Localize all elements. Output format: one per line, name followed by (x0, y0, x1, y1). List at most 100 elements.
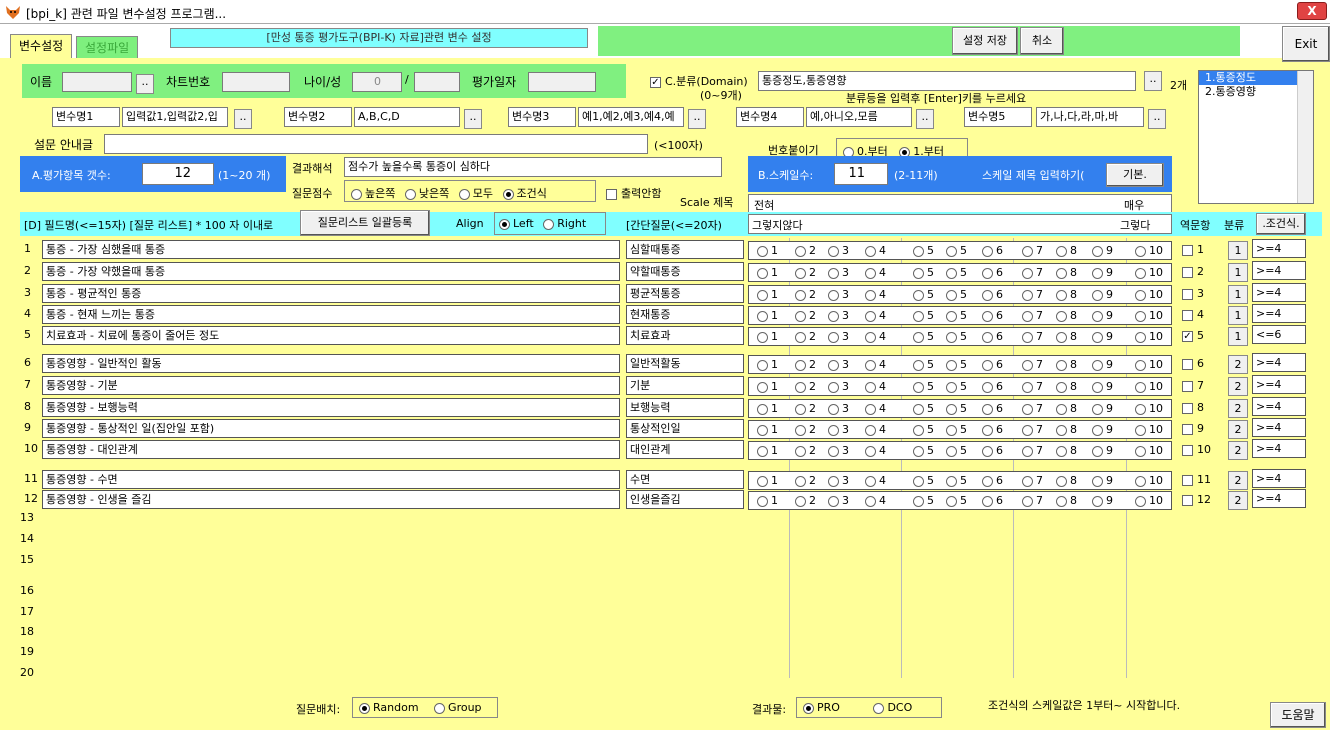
category-button[interactable]: 2 (1228, 377, 1248, 396)
scale-radio[interactable]: 4 (865, 330, 886, 343)
var5-label[interactable]: 변수명5 (964, 107, 1032, 127)
reverse-check[interactable]: 10 (1182, 443, 1222, 456)
scale-radio[interactable]: 6 (982, 380, 1003, 393)
var4-values[interactable]: 예,아니오,모름 (806, 107, 912, 127)
scale-radio[interactable]: 2 (795, 266, 816, 279)
category-button[interactable]: 1 (1228, 285, 1248, 304)
question-input[interactable]: 치료효과 - 치료에 통증이 줄어든 정도 (42, 326, 620, 345)
var3-button[interactable]: .. (688, 109, 706, 129)
scale-radio[interactable]: 6 (982, 244, 1003, 257)
condition-input[interactable]: >=4 (1252, 469, 1306, 488)
category-button[interactable]: 2 (1228, 441, 1248, 460)
align-right[interactable]: Right (543, 217, 586, 230)
short-question-input[interactable]: 평균적통증 (626, 284, 744, 303)
scale-radio[interactable]: 7 (1022, 402, 1043, 415)
condition-input[interactable]: >=4 (1252, 418, 1306, 437)
scale-radio[interactable]: 4 (865, 380, 886, 393)
scale-radio[interactable]: 6 (982, 358, 1003, 371)
reverse-check[interactable]: ✓ 5 (1182, 329, 1222, 342)
scale-radio[interactable]: 2 (795, 474, 816, 487)
scale-radio[interactable]: 4 (865, 494, 886, 507)
scale-radio[interactable]: 3 (828, 444, 849, 457)
scale-radio[interactable]: 5 (913, 288, 934, 301)
scale-radio[interactable]: 9 (1092, 494, 1113, 507)
scale-radio[interactable]: 5 (913, 402, 934, 415)
classification-list-item[interactable]: 1.통증정도 (1199, 71, 1313, 85)
scale-radio[interactable]: 1 (757, 402, 778, 415)
scale-count-spinner[interactable]: 11 (834, 163, 888, 185)
scale-radio[interactable]: 3 (828, 266, 849, 279)
scale-radio[interactable]: 8 (1056, 444, 1077, 457)
scale-radio[interactable]: 8 (1056, 288, 1077, 301)
scale-radio[interactable]: 8 (1056, 380, 1077, 393)
tab-settings-file[interactable]: 설정파일 (76, 36, 139, 58)
scale-radio[interactable]: 7 (1022, 380, 1043, 393)
short-question-input[interactable]: 심할때통증 (626, 240, 744, 259)
scale-radio[interactable]: 4 (865, 244, 886, 257)
scale-radio[interactable]: 5 (913, 266, 934, 279)
var2-button[interactable]: .. (464, 109, 482, 129)
question-input[interactable]: 통증영향 - 통상적인 일(집안일 포함) (42, 419, 620, 438)
scale-radio[interactable]: 1 (757, 330, 778, 343)
scale-radio[interactable]: 9 (1092, 444, 1113, 457)
scale-radio[interactable]: 3 (828, 244, 849, 257)
reverse-check[interactable]: 4 (1182, 308, 1222, 321)
scale-radio[interactable]: 8 (1056, 309, 1077, 322)
scale-radio[interactable]: 1 (757, 288, 778, 301)
scale-radio[interactable]: 2 (795, 309, 816, 322)
scale-radio[interactable]: 7 (1022, 358, 1043, 371)
reverse-check[interactable]: 2 (1182, 265, 1222, 278)
category-button[interactable]: 1 (1228, 241, 1248, 260)
guide-input[interactable] (104, 134, 648, 154)
scale-radio[interactable]: 7 (1022, 288, 1043, 301)
scale-radio[interactable]: 2 (795, 288, 816, 301)
scale-radio[interactable]: 4 (865, 309, 886, 322)
scale-radio[interactable]: 5 (946, 402, 967, 415)
scale-radio[interactable]: 1 (757, 309, 778, 322)
var1-values[interactable]: 입력값1,입력값2,입 (122, 107, 228, 127)
name-input[interactable] (62, 72, 132, 92)
category-button[interactable]: 1 (1228, 306, 1248, 325)
question-input[interactable]: 통증영향 - 대인관계 (42, 440, 620, 459)
scale-radio[interactable]: 6 (982, 474, 1003, 487)
short-question-input[interactable]: 수면 (626, 470, 744, 489)
reverse-check[interactable]: 8 (1182, 401, 1222, 414)
result-input[interactable]: 점수가 높을수록 통증이 심하다 (344, 157, 722, 177)
reverse-check[interactable]: 1 (1182, 243, 1222, 256)
scale-radio[interactable]: 8 (1056, 244, 1077, 257)
scale-radio[interactable]: 3 (828, 474, 849, 487)
category-button[interactable]: 2 (1228, 399, 1248, 418)
var1-button[interactable]: .. (234, 109, 252, 129)
scale-radio[interactable]: 5 (946, 358, 967, 371)
scale-radio[interactable]: 10 (1135, 266, 1163, 279)
condition-input[interactable]: >=4 (1252, 239, 1306, 258)
scale-radio[interactable]: 10 (1135, 244, 1163, 257)
question-input[interactable]: 통증 - 가장 약했을때 통증 (42, 262, 620, 281)
reverse-check[interactable]: 7 (1182, 379, 1222, 392)
scale-radio[interactable]: 6 (982, 402, 1003, 415)
scale-radio[interactable]: 10 (1135, 330, 1163, 343)
short-question-input[interactable]: 보행능력 (626, 398, 744, 417)
scale-radio[interactable]: 1 (757, 266, 778, 279)
scale-radio[interactable]: 1 (757, 423, 778, 436)
condition-input[interactable]: >=4 (1252, 261, 1306, 280)
scale-radio[interactable]: 1 (757, 474, 778, 487)
close-window-button[interactable]: X (1297, 2, 1327, 20)
scale-radio[interactable]: 3 (828, 380, 849, 393)
scale-radio[interactable]: 10 (1135, 288, 1163, 301)
scale-anchor-input[interactable] (748, 214, 1172, 234)
category-button[interactable]: 1 (1228, 327, 1248, 346)
scale-radio[interactable]: 7 (1022, 444, 1043, 457)
reverse-check[interactable]: 9 (1182, 422, 1222, 435)
scale-radio[interactable]: 6 (982, 309, 1003, 322)
scale-radio[interactable]: 10 (1135, 402, 1163, 415)
save-settings-button[interactable]: 설정 저장 (952, 27, 1018, 55)
short-question-input[interactable]: 일반적활동 (626, 354, 744, 373)
scale-radio[interactable]: 8 (1056, 358, 1077, 371)
scale-radio[interactable]: 10 (1135, 358, 1163, 371)
scale-radio[interactable]: 5 (946, 309, 967, 322)
scale-radio[interactable]: 9 (1092, 288, 1113, 301)
scale-radio[interactable]: 10 (1135, 494, 1163, 507)
score-condition[interactable]: 조건식 (502, 187, 547, 200)
scale-radio[interactable]: 5 (913, 474, 934, 487)
